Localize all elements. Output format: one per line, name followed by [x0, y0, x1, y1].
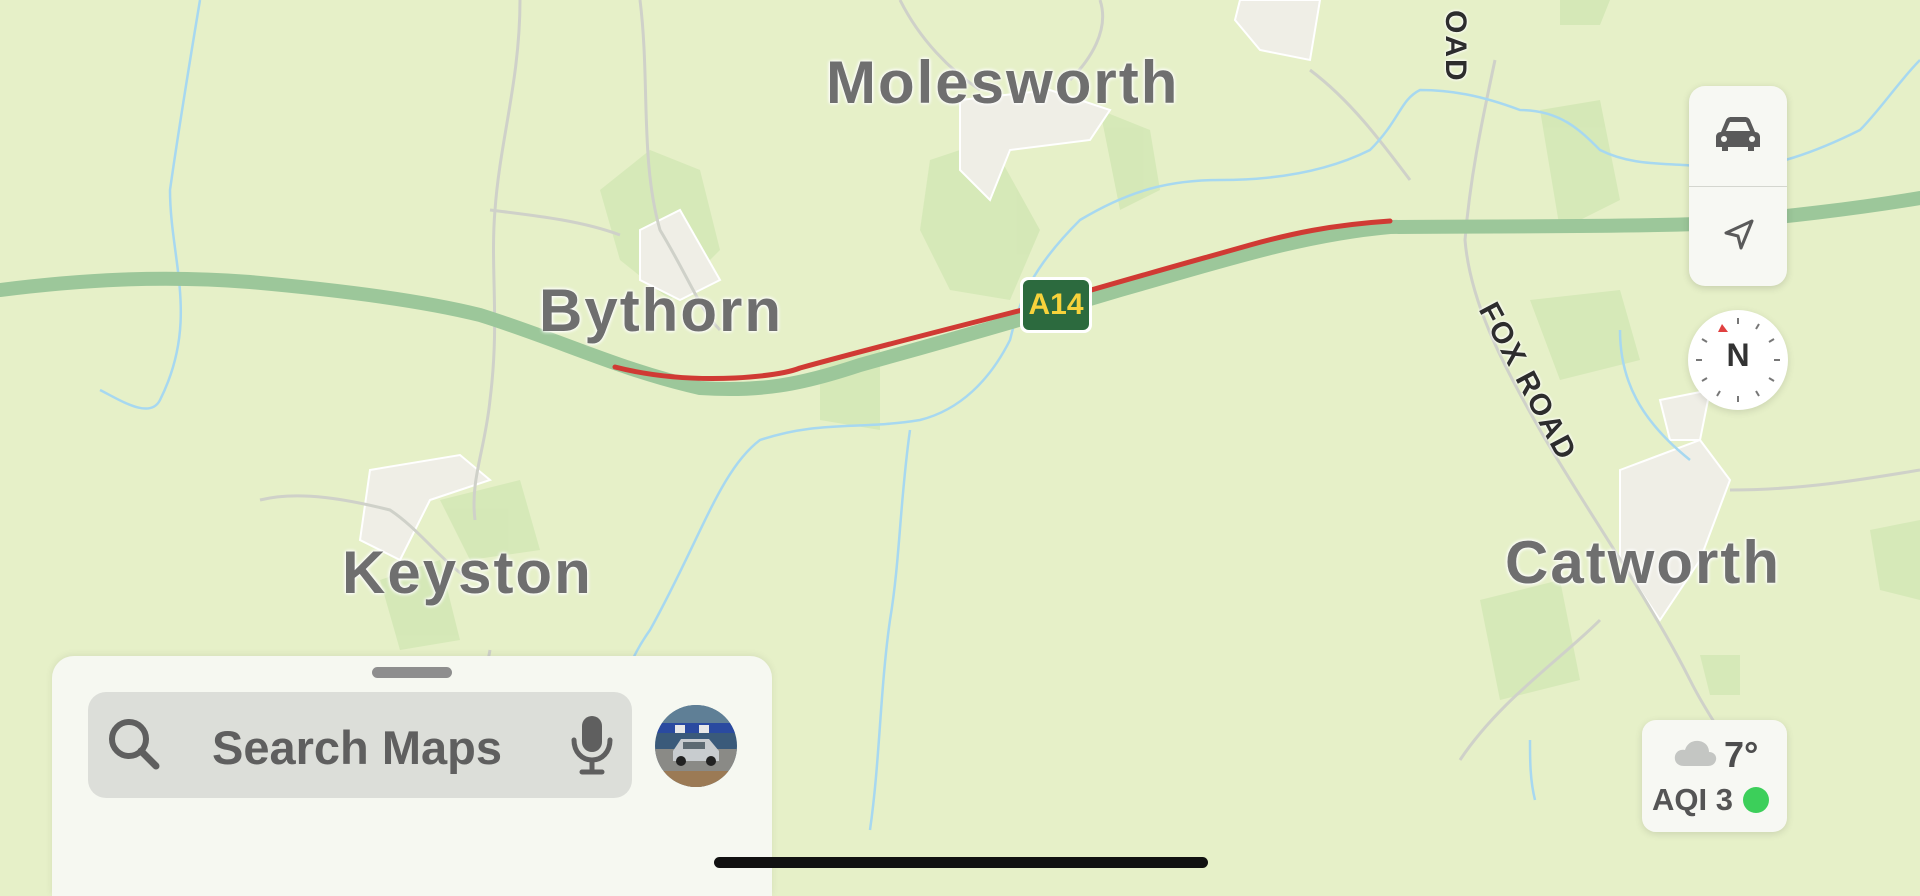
- weather-widget[interactable]: 7° AQI 3: [1642, 720, 1787, 832]
- road-shield-a14: A14: [1020, 277, 1092, 333]
- place-label-catworth: Catworth: [1505, 529, 1781, 596]
- locate-me-button[interactable]: [1689, 187, 1787, 287]
- weather-aqi-row: AQI 3: [1652, 782, 1769, 818]
- aqi-status-dot: [1742, 787, 1769, 813]
- place-label-molesworth: Molesworth: [826, 49, 1180, 116]
- road-label-top: OAD: [1439, 10, 1472, 83]
- drive-mode-button[interactable]: [1689, 86, 1787, 186]
- sheet-grabber[interactable]: [372, 667, 452, 678]
- compass-button[interactable]: N: [1688, 310, 1788, 410]
- microphone-icon[interactable]: [570, 714, 614, 781]
- road-shield-label: A14: [1023, 280, 1089, 330]
- place-label-bythorn: Bythorn: [539, 277, 783, 344]
- home-indicator[interactable]: [714, 857, 1208, 868]
- search-icon: [106, 716, 162, 777]
- avatar[interactable]: [655, 705, 737, 787]
- search-bar[interactable]: Search Maps: [88, 692, 632, 798]
- cloud-icon: [1672, 738, 1718, 773]
- compass-north-label: N: [1726, 337, 1750, 373]
- location-arrow-icon: [1718, 215, 1758, 260]
- weather-temperature: 7°: [1724, 734, 1759, 775]
- map-controls: [1689, 86, 1787, 286]
- bottom-sheet[interactable]: Search Maps: [52, 656, 772, 896]
- place-label-keyston: Keyston: [342, 539, 593, 606]
- air-quality-index: AQI 3: [1652, 782, 1733, 817]
- search-input[interactable]: Search Maps: [212, 720, 502, 775]
- car-icon: [1713, 114, 1763, 159]
- weather-temp-row: 7°: [1672, 734, 1758, 776]
